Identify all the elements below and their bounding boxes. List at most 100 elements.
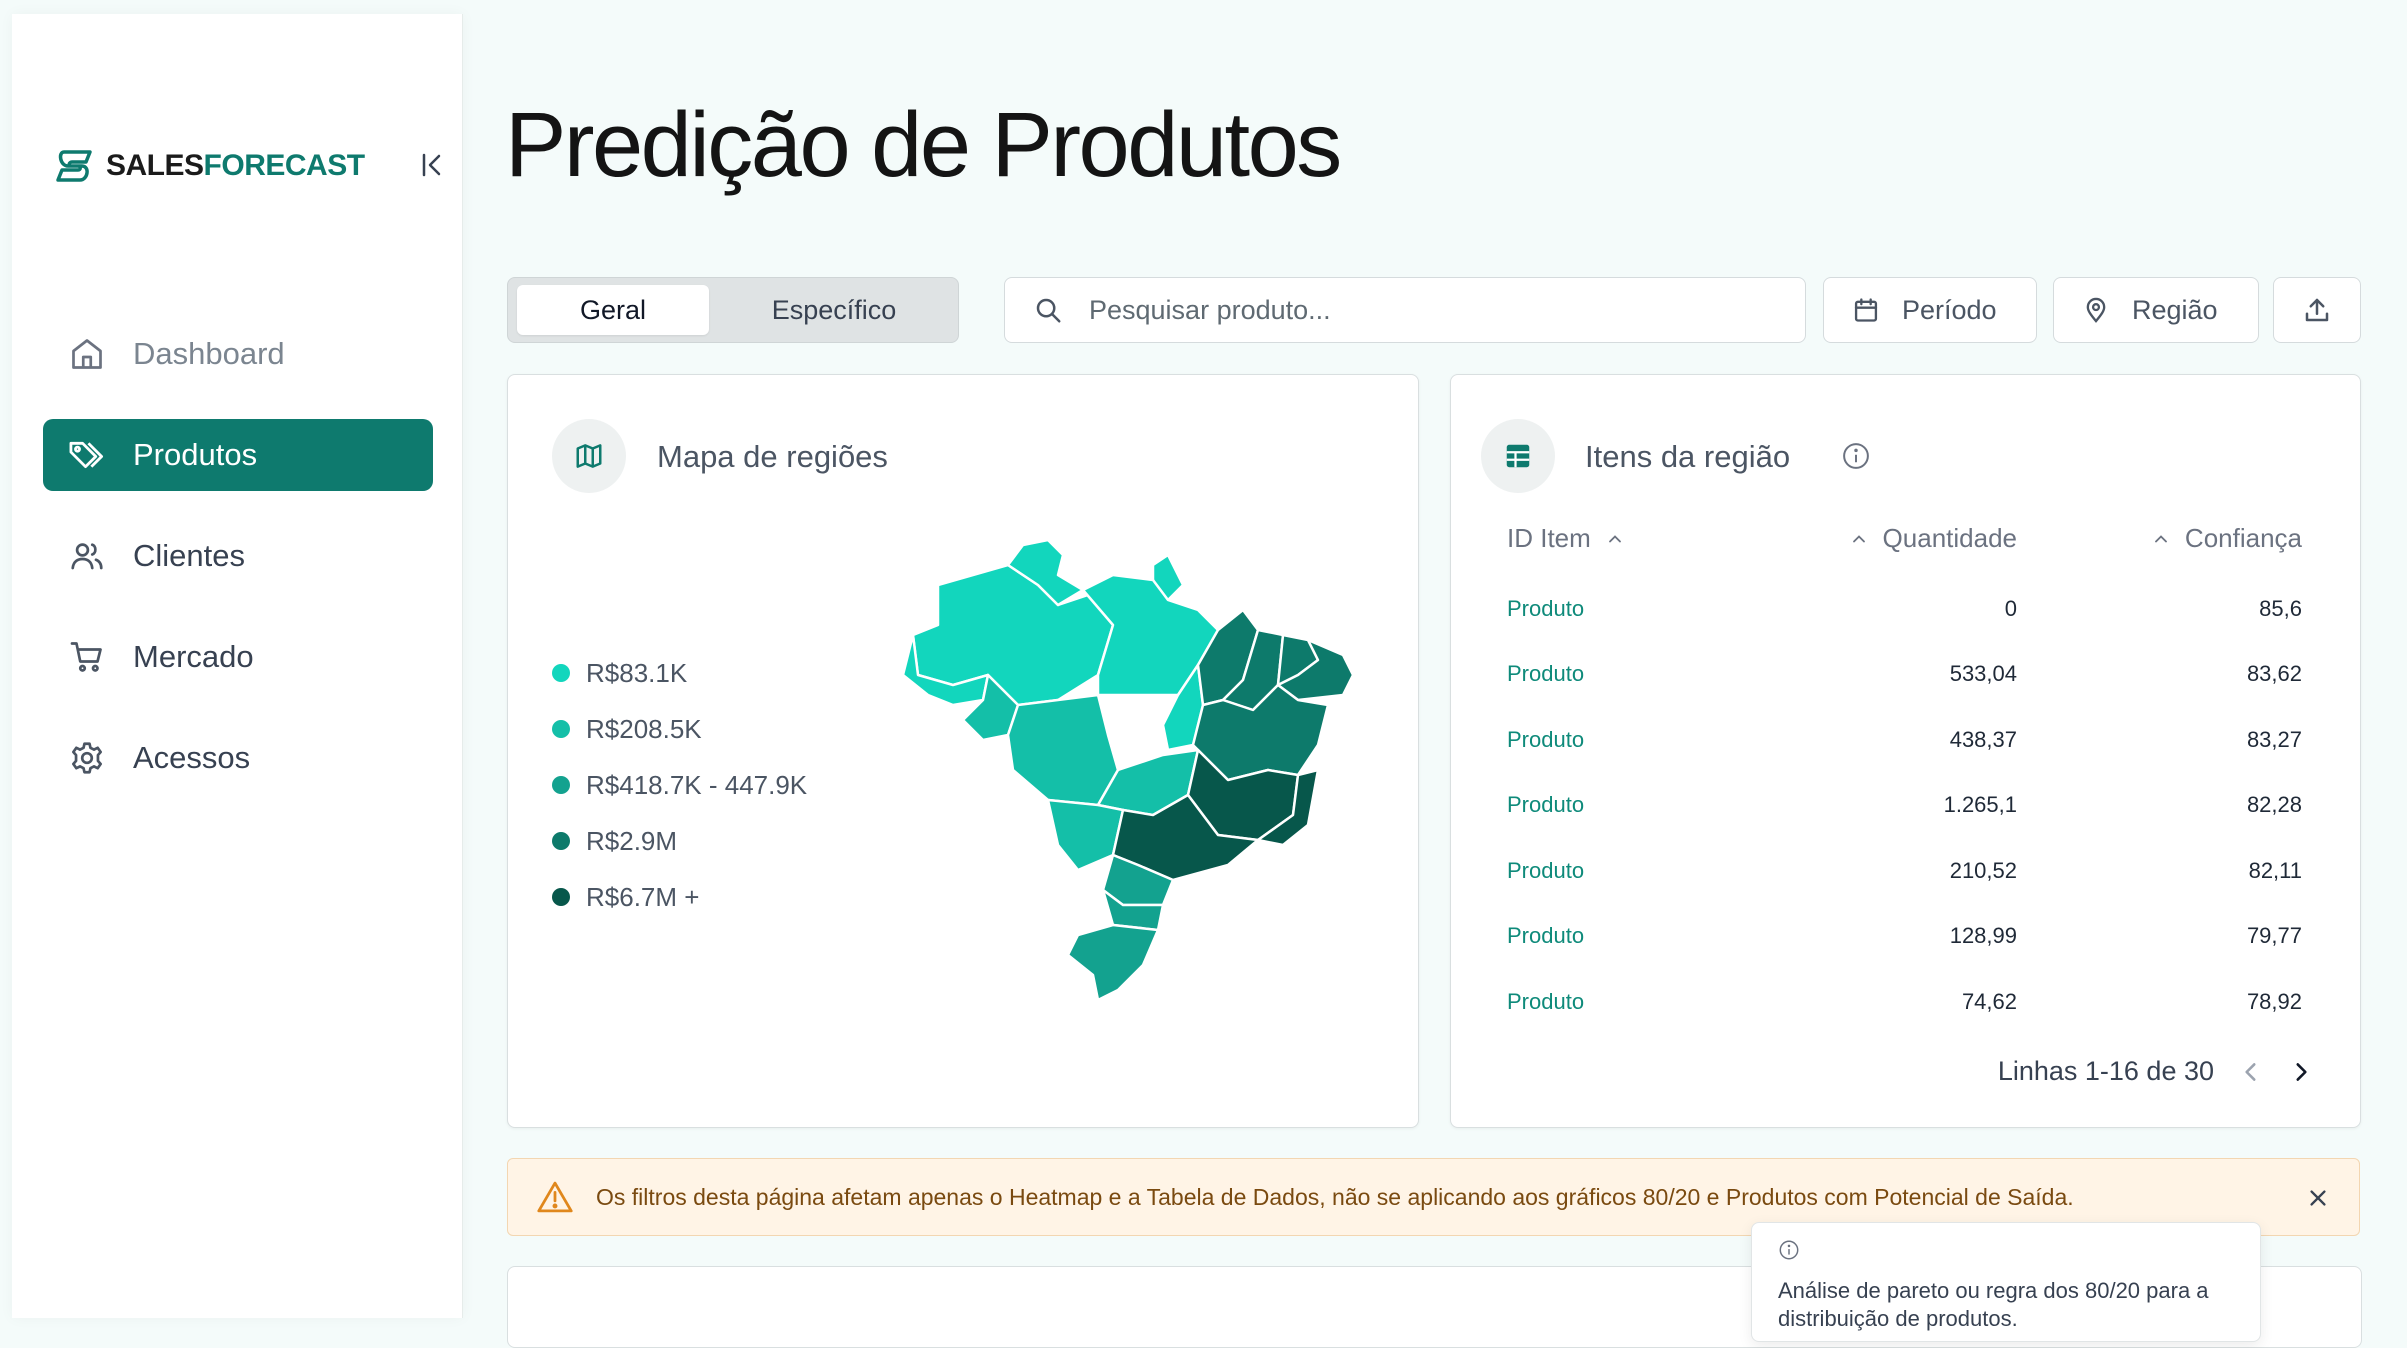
sidebar-item-label: Dashboard [133, 336, 285, 371]
pareto-tooltip: Análise de pareto ou regra dos 80/20 par… [1751, 1222, 2261, 1342]
tab-especifico[interactable]: Específico [718, 285, 950, 335]
cell-quantidade: 210,52 [1949, 858, 2017, 883]
cell-confianca: 85,6 [2259, 596, 2302, 621]
gear-icon [67, 738, 107, 778]
close-banner-button[interactable] [2299, 1179, 2337, 1217]
region-filter-button[interactable]: Região [2053, 277, 2259, 343]
cell-id[interactable]: Produto [1507, 858, 1584, 884]
legend-item: R$83.1K [552, 645, 807, 701]
table-row[interactable]: Produto 0 85,6 [1451, 596, 2360, 661]
legend-item: R$6.7M + [552, 869, 807, 925]
tag-icon [67, 435, 107, 475]
map-card: Mapa de regiões R$83.1K R$208.5K R$418.7… [507, 374, 1419, 1128]
cell-id[interactable]: Produto [1507, 661, 1584, 687]
map-pin-icon [2086, 297, 2106, 323]
sidebar-item-acessos[interactable]: Acessos [43, 722, 433, 794]
table-row[interactable]: Produto 438,37 83,27 [1451, 727, 2360, 792]
items-card-title: Itens da região [1585, 439, 1791, 474]
legend-label: R$418.7K - 447.9K [586, 769, 808, 800]
sidebar-item-clientes[interactable]: Clientes [43, 520, 433, 592]
column-header-id[interactable]: ID Item [1507, 523, 1625, 554]
cell-confianca: 82,28 [2246, 792, 2302, 817]
upload-icon [2305, 298, 2329, 322]
legend-item: R$418.7K - 447.9K [552, 757, 807, 813]
chevron-right-icon[interactable] [2288, 1059, 2314, 1085]
sort-up-icon [1852, 534, 1865, 542]
period-filter-button[interactable]: Período [1823, 277, 2037, 343]
tooltip-text: Análise de pareto ou regra dos 80/20 par… [1778, 1278, 2209, 1331]
cell-confianca: 79,77 [2246, 923, 2302, 948]
legend-swatch [552, 776, 570, 794]
close-icon [2310, 1190, 2326, 1206]
map-icon [576, 444, 602, 468]
cell-id[interactable]: Produto [1507, 989, 1584, 1015]
legend-swatch [552, 832, 570, 850]
region-filter-label: Região [2132, 294, 2218, 325]
sidebar-item-dashboard[interactable]: Dashboard [43, 318, 433, 390]
map-legend: R$83.1K R$208.5K R$418.7K - 447.9K R$2.9… [552, 645, 807, 925]
sidebar-item-label: Produtos [133, 437, 258, 472]
region-mt [1006, 693, 1120, 807]
cell-confianca: 78,92 [2246, 989, 2302, 1014]
cell-id[interactable]: Produto [1507, 727, 1584, 753]
table-row[interactable]: Produto 128,99 79,77 [1451, 923, 2360, 988]
legend-item: R$208.5K [552, 701, 807, 757]
cart-icon [67, 637, 107, 677]
column-header-label: Confiança [2184, 523, 2302, 553]
region-rs [1066, 923, 1160, 1002]
cell-id[interactable]: Produto [1507, 792, 1584, 818]
warning-icon [537, 1181, 573, 1213]
map-card-title: Mapa de regiões [657, 439, 888, 474]
legend-item: R$2.9M [552, 813, 807, 869]
items-card: Itens da região ID Item Quantidade Confi… [1450, 374, 2361, 1128]
cell-quantidade: 533,04 [1949, 661, 2017, 686]
search-input[interactable] [1087, 293, 1791, 327]
cell-quantidade: 1.265,1 [1943, 792, 2017, 817]
collapse-left-icon [422, 153, 441, 177]
logo-icon [56, 150, 92, 182]
period-filter-label: Período [1902, 294, 1997, 325]
table-icon [1506, 444, 1530, 468]
brand-name: SALESFORECAST [106, 149, 365, 182]
brazil-heatmap[interactable] [898, 535, 1358, 1005]
table-row[interactable]: Produto 210,52 82,11 [1451, 858, 2360, 923]
sidebar-item-label: Mercado [133, 639, 254, 674]
sort-up-icon [1608, 534, 1621, 542]
cell-quantidade: 128,99 [1949, 923, 2017, 948]
legend-label: R$208.5K [586, 713, 702, 744]
sidebar-nav: Dashboard Produtos Clientes Mercado Aces… [43, 318, 433, 823]
pagination-label: Linhas 1-16 de 30 [1997, 1056, 2214, 1086]
calendar-icon [1854, 298, 1878, 322]
legend-label: R$83.1K [586, 657, 688, 688]
sidebar-item-mercado[interactable]: Mercado [43, 621, 433, 693]
map-icon-badge [552, 419, 626, 493]
table-row[interactable]: Produto 74,62 78,92 [1451, 989, 2360, 1054]
table-row[interactable]: Produto 1.265,1 82,28 [1451, 792, 2360, 857]
cell-quantidade: 438,37 [1949, 727, 2017, 752]
legend-swatch [552, 720, 570, 738]
search-box [1004, 277, 1806, 343]
cell-id[interactable]: Produto [1507, 923, 1584, 949]
table-icon-badge [1481, 419, 1555, 493]
column-header-quantidade[interactable]: Quantidade [1849, 523, 2017, 554]
cell-quantidade: 0 [2004, 596, 2017, 621]
legend-swatch [552, 888, 570, 906]
column-header-label: Quantidade [1882, 523, 2017, 553]
brand-logo[interactable]: SALESFORECAST [56, 148, 365, 184]
search-icon [1036, 298, 1061, 323]
cell-id[interactable]: Produto [1507, 596, 1584, 622]
sidebar-item-produtos[interactable]: Produtos [43, 419, 433, 491]
legend-label: R$6.7M + [586, 881, 700, 912]
table-row[interactable]: Produto 533,04 83,62 [1451, 661, 2360, 726]
info-icon [1779, 1240, 1799, 1260]
info-icon[interactable] [1841, 441, 1871, 471]
home-icon [67, 334, 107, 374]
sidebar-item-label: Acessos [133, 740, 251, 775]
export-button[interactable] [2273, 277, 2361, 343]
tab-geral[interactable]: Geral [517, 285, 709, 335]
chevron-left-icon[interactable] [2238, 1059, 2264, 1085]
cell-confianca: 83,27 [2246, 727, 2302, 752]
collapse-sidebar-button[interactable] [412, 147, 452, 183]
legend-swatch [552, 664, 570, 682]
column-header-confianca[interactable]: Confiança [2151, 523, 2302, 554]
